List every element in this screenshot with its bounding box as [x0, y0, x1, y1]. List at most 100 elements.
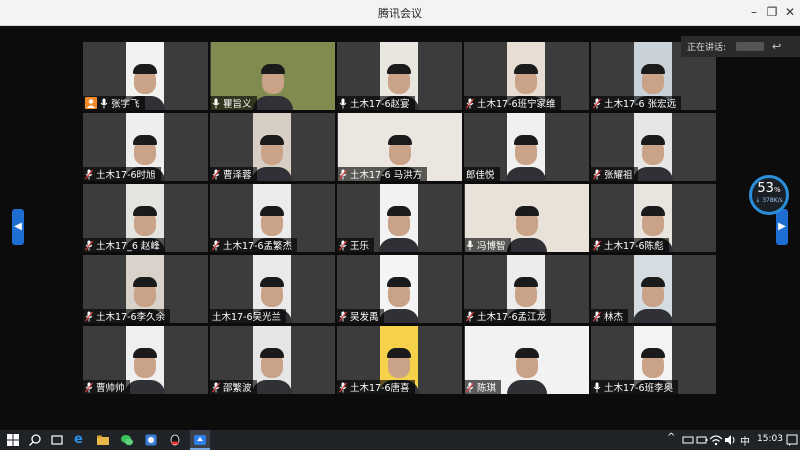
participant-tile[interactable]: 土木17-6班宁家维: [464, 42, 589, 110]
windows-start-icon[interactable]: [6, 433, 20, 447]
participant-name: 土木17-6赵宴: [350, 99, 410, 110]
input-method-indicator[interactable]: 中: [740, 433, 750, 448]
mic-muted-icon: [212, 169, 220, 179]
participant-hair: [387, 348, 411, 358]
participant-tile[interactable]: 王乐: [337, 184, 462, 252]
edge-browser-icon[interactable]: e: [74, 433, 88, 447]
network-percent: 53: [757, 181, 774, 196]
restore-button[interactable]: ❐: [764, 3, 780, 21]
participant-name-tag: 张耀祖: [591, 167, 638, 181]
task-view-icon[interactable]: [50, 433, 64, 447]
participant-tile[interactable]: 土木17-6 马洪方: [337, 113, 462, 181]
participant-name: 邵繁波: [223, 383, 252, 394]
tencent-meeting-taskbar-button[interactable]: [190, 430, 210, 450]
participant-name: 吴发禹: [350, 312, 379, 323]
notification-center-icon[interactable]: [785, 433, 799, 447]
participant-tile[interactable]: 林杰: [591, 255, 716, 323]
participant-hair: [261, 64, 285, 74]
participant-tile[interactable]: 土木17-6陈彪: [591, 184, 716, 252]
participant-hair: [387, 64, 411, 74]
participant-body: [379, 238, 419, 252]
participant-tile[interactable]: 瞿旨义: [210, 42, 335, 110]
participant-body: [506, 167, 546, 181]
collapse-arrow-icon[interactable]: ↩: [772, 40, 781, 53]
participant-name-tag: 土木17-6孟江龙: [464, 309, 552, 323]
participant-hair: [260, 135, 284, 145]
participant-name-tag: 曹帅帅: [83, 380, 130, 394]
participant-name-tag: 王乐: [337, 238, 375, 252]
network-speed: ↓ 378K/s: [755, 197, 783, 204]
participant-tile[interactable]: 吴发禹: [337, 255, 462, 323]
participant-body: [252, 380, 292, 394]
network-percent-unit: %: [773, 186, 781, 194]
participant-tile[interactable]: 土木17-6时旭: [83, 113, 208, 181]
participant-body: [253, 96, 293, 110]
participant-tile[interactable]: 土木17-6李久余: [83, 255, 208, 323]
participant-hair: [641, 206, 665, 216]
participant-name: 张宇飞: [111, 99, 140, 110]
microphone-icon: [339, 98, 347, 108]
file-explorer-icon[interactable]: [96, 433, 110, 447]
notification-area-icon[interactable]: [681, 433, 695, 447]
participant-tile[interactable]: 冯博智: [464, 184, 589, 252]
microphone-icon: [100, 98, 108, 108]
participant-name: 曹帅帅: [96, 383, 125, 394]
chevron-up-icon[interactable]: ^: [667, 432, 675, 443]
mic-muted-icon: [339, 169, 347, 179]
volume-icon[interactable]: [723, 433, 737, 447]
qq-icon[interactable]: [168, 433, 182, 447]
speaking-panel: 正在讲话: ↩: [681, 36, 800, 57]
participant-name: 王乐: [350, 241, 370, 252]
participant-hair: [641, 135, 665, 145]
mic-muted-icon: [85, 240, 93, 250]
participant-hair: [515, 348, 539, 358]
participant-hair: [133, 206, 157, 216]
participant-name: 土木17-6 张宏远: [604, 99, 677, 110]
participant-name: 土木17-6吴光兰: [212, 312, 282, 323]
host-badge-icon: [85, 97, 97, 109]
mic-muted-icon: [85, 311, 93, 321]
participant-tile[interactable]: 张宇飞: [83, 42, 208, 110]
participant-tile[interactable]: 陈琪: [464, 326, 589, 394]
speaking-label: 正在讲话:: [687, 43, 727, 53]
participant-name-tag: 土木17-6 马洪方: [337, 167, 428, 181]
wifi-icon[interactable]: [709, 433, 723, 447]
taskbar-clock[interactable]: 15:03: [757, 434, 783, 444]
network-gauge[interactable]: 53% ↓ 378K/s: [749, 175, 789, 215]
close-button[interactable]: ✕: [782, 3, 798, 21]
participant-tile[interactable]: 土木17-6唐喜: [337, 326, 462, 394]
participant-name-tag: 邵繁波: [210, 380, 257, 394]
participant-tile[interactable]: 土木17-6孟江龙: [464, 255, 589, 323]
participant-tile[interactable]: 土木17-6孟繁杰: [210, 184, 335, 252]
participant-tile[interactable]: 土木17-6班李奥: [591, 326, 716, 394]
previous-page-button[interactable]: ◀: [12, 209, 24, 245]
minimize-button[interactable]: –: [746, 3, 762, 21]
participant-name-tag: 土木17-6班宁家维: [464, 96, 561, 110]
mic-muted-icon: [466, 98, 474, 108]
video-feed: [252, 113, 292, 181]
participant-tile[interactable]: 曹泽蓉: [210, 113, 335, 181]
mic-muted-icon: [593, 311, 601, 321]
participant-name-tag: 土木17-6孟繁杰: [210, 238, 298, 252]
tencent-meeting-icon: [194, 435, 206, 445]
participant-name-tag: 土木17_6 赵峰: [83, 238, 165, 252]
participant-tile[interactable]: 曹帅帅: [83, 326, 208, 394]
participant-tile[interactable]: 土木17_6 赵峰: [83, 184, 208, 252]
participant-tile[interactable]: 邵繁波: [210, 326, 335, 394]
search-icon[interactable]: [28, 433, 42, 447]
video-feed: [633, 255, 673, 323]
wechat-icon[interactable]: [120, 433, 134, 447]
mic-muted-icon: [466, 311, 474, 321]
battery-icon[interactable]: [695, 433, 709, 447]
participant-name-tag: 土木17-6时旭: [83, 167, 161, 181]
mic-muted-icon: [593, 98, 601, 108]
participant-name: 曹泽蓉: [223, 170, 252, 181]
participant-name-tag: 郎佳悦: [464, 167, 500, 181]
next-page-button[interactable]: ▶: [776, 209, 788, 245]
app-icon[interactable]: [144, 433, 158, 447]
participant-tile[interactable]: 土木17-6吴光兰: [210, 255, 335, 323]
participant-tile[interactable]: 郎佳悦: [464, 113, 589, 181]
participant-tile[interactable]: 土木17-6赵宴: [337, 42, 462, 110]
video-feed: [506, 113, 546, 181]
participant-tile[interactable]: 张耀祖: [591, 113, 716, 181]
